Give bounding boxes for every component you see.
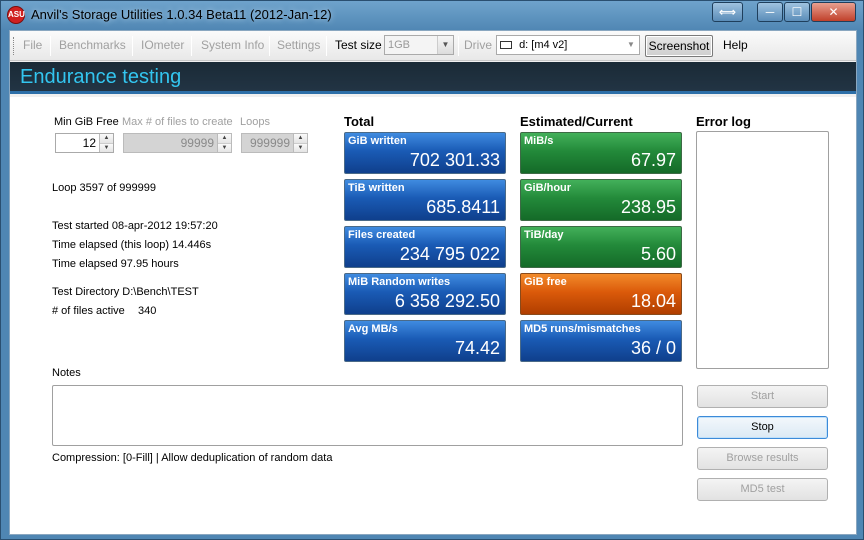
loops-stepper[interactable]: 999999 ▲ ▼ — [241, 133, 308, 153]
tile-value: 5.60 — [640, 244, 676, 264]
page-header-banner: Endurance testing — [10, 62, 856, 94]
tile-value: 6 358 292.50 — [394, 291, 500, 311]
tile-label: MiB/s — [524, 135, 554, 147]
tile-label: TiB/day — [524, 229, 564, 241]
tile-gib-written: GiB written 702 301.33 — [344, 132, 506, 174]
chevron-down-icon[interactable]: ▼ — [623, 36, 639, 54]
error-log-textarea[interactable] — [696, 131, 829, 369]
screenshot-button[interactable]: Screenshot — [645, 35, 713, 57]
test-size-label: Test size — [335, 38, 382, 52]
min-gib-free-label: Min GiB Free — [54, 116, 119, 128]
app-window: ASU Anvil's Storage Utilities 1.0.34 Bet… — [0, 0, 864, 540]
max-files-stepper[interactable]: 99999 ▲ ▼ — [123, 133, 232, 153]
files-active-value: 340 — [138, 305, 157, 317]
loops-label: Loops — [240, 116, 270, 128]
resize-arrows-icon[interactable]: ⟺ — [712, 2, 743, 22]
notes-textarea[interactable] — [52, 385, 683, 446]
spin-up-icon[interactable]: ▲ — [294, 134, 307, 143]
toolbar-separator — [50, 36, 51, 56]
loops-value: 999999 — [249, 136, 290, 150]
total-heading: Total — [344, 114, 375, 129]
spin-down-icon[interactable]: ▼ — [294, 143, 307, 152]
compression-text: Compression: [0-Fill] | Allow deduplicat… — [52, 452, 333, 464]
elapsed-loop-text: Time elapsed (this loop) 14.446s — [52, 239, 212, 251]
tile-label: MiB Random writes — [348, 276, 451, 288]
menu-iometer[interactable]: IOmeter — [141, 38, 184, 52]
toolbar-grip[interactable] — [13, 37, 16, 55]
max-files-value: 99999 — [180, 136, 214, 150]
test-size-select[interactable]: 1GB ▼ — [384, 35, 454, 55]
tile-tib-day: TiB/day 5.60 — [520, 226, 682, 268]
spin-down-icon[interactable]: ▼ — [100, 143, 113, 152]
toolbar-separator — [326, 36, 327, 56]
tile-value: 238.95 — [620, 197, 676, 217]
toolbar-separator — [269, 36, 270, 56]
max-files-label: Max # of files to create — [122, 116, 233, 128]
tile-value: 702 301.33 — [409, 150, 500, 170]
toolbar: File Benchmarks IOmeter System Info Sett… — [10, 31, 856, 61]
menu-system-info[interactable]: System Info — [201, 38, 264, 52]
notes-label: Notes — [52, 367, 81, 379]
tile-label: TiB written — [348, 182, 405, 194]
tile-value: 74.42 — [454, 338, 500, 358]
tile-label: Files created — [348, 229, 416, 241]
start-button[interactable]: Start — [697, 385, 828, 408]
test-directory-text: Test Directory D:\Bench\TEST — [52, 286, 199, 298]
toolbar-separator — [132, 36, 133, 56]
min-gib-free-value: 12 — [82, 136, 96, 150]
tile-tib-written: TiB written 685.8411 — [344, 179, 506, 221]
tile-value: 685.8411 — [426, 197, 500, 217]
page-title: Endurance testing — [20, 66, 182, 88]
error-log-heading: Error log — [696, 114, 751, 129]
menu-benchmarks[interactable]: Benchmarks — [59, 38, 126, 52]
spin-up-icon[interactable]: ▲ — [100, 134, 113, 143]
drive-value: d: [m4 v2] — [519, 39, 568, 51]
tile-files-created: Files created 234 795 022 — [344, 226, 506, 268]
tile-label: Avg MB/s — [348, 323, 398, 335]
loop-progress-text: Loop 3597 of 999999 — [52, 182, 156, 194]
test-size-value: 1GB — [388, 39, 411, 51]
menu-file[interactable]: File — [23, 38, 42, 52]
tile-label: GiB free — [524, 276, 567, 288]
drive-label: Drive — [464, 38, 493, 52]
min-gib-free-stepper[interactable]: 12 ▲ ▼ — [55, 133, 114, 153]
window-title: Anvil's Storage Utilities 1.0.34 Beta11 … — [31, 7, 332, 22]
test-started-text: Test started 08-apr-2012 19:57:20 — [52, 220, 218, 232]
tile-value: 18.04 — [630, 291, 676, 311]
tile-label: GiB/hour — [524, 182, 572, 194]
anvil-app-icon[interactable]: ASU — [7, 6, 25, 24]
drive-select[interactable]: d: [m4 v2] ▼ — [496, 35, 640, 55]
tile-mibs: MiB/s 67.97 — [520, 132, 682, 174]
endurance-panel: Min GiB Free 12 ▲ ▼ Max # of files to cre… — [10, 97, 856, 534]
tile-md5-runs: MD5 runs/mismatches 36 / 0 — [520, 320, 682, 362]
md5-test-button[interactable]: MD5 test — [697, 478, 828, 501]
tile-label: MD5 runs/mismatches — [524, 323, 641, 335]
tile-value: 67.97 — [630, 150, 676, 170]
stop-button[interactable]: Stop — [697, 416, 828, 439]
chevron-down-icon[interactable]: ▼ — [437, 36, 453, 54]
estimated-heading: Estimated/Current — [520, 114, 633, 129]
menu-settings[interactable]: Settings — [277, 38, 320, 52]
spin-up-icon[interactable]: ▲ — [218, 134, 231, 143]
maximize-icon[interactable]: ☐ — [784, 2, 810, 22]
title-bar[interactable]: ASU Anvil's Storage Utilities 1.0.34 Bet… — [1, 1, 863, 29]
drive-icon — [500, 41, 512, 49]
elapsed-total-text: Time elapsed 97.95 hours — [52, 258, 179, 270]
minimize-icon[interactable]: ─ — [757, 2, 783, 22]
spin-down-icon[interactable]: ▼ — [218, 143, 231, 152]
tile-mib-random-writes: MiB Random writes 6 358 292.50 — [344, 273, 506, 315]
files-active-label: # of files active — [52, 305, 125, 317]
tile-avg-mbs: Avg MB/s 74.42 — [344, 320, 506, 362]
toolbar-separator — [458, 36, 459, 56]
browse-results-button[interactable]: Browse results — [697, 447, 828, 470]
tile-value: 234 795 022 — [399, 244, 500, 264]
menu-help[interactable]: Help — [723, 38, 748, 52]
client-area: File Benchmarks IOmeter System Info Sett… — [9, 30, 857, 535]
toolbar-separator — [191, 36, 192, 56]
tile-gib-free: GiB free 18.04 — [520, 273, 682, 315]
tile-gib-hour: GiB/hour 238.95 — [520, 179, 682, 221]
close-icon[interactable]: ✕ — [811, 2, 856, 22]
tile-value: 36 / 0 — [630, 338, 676, 358]
tile-label: GiB written — [348, 135, 407, 147]
